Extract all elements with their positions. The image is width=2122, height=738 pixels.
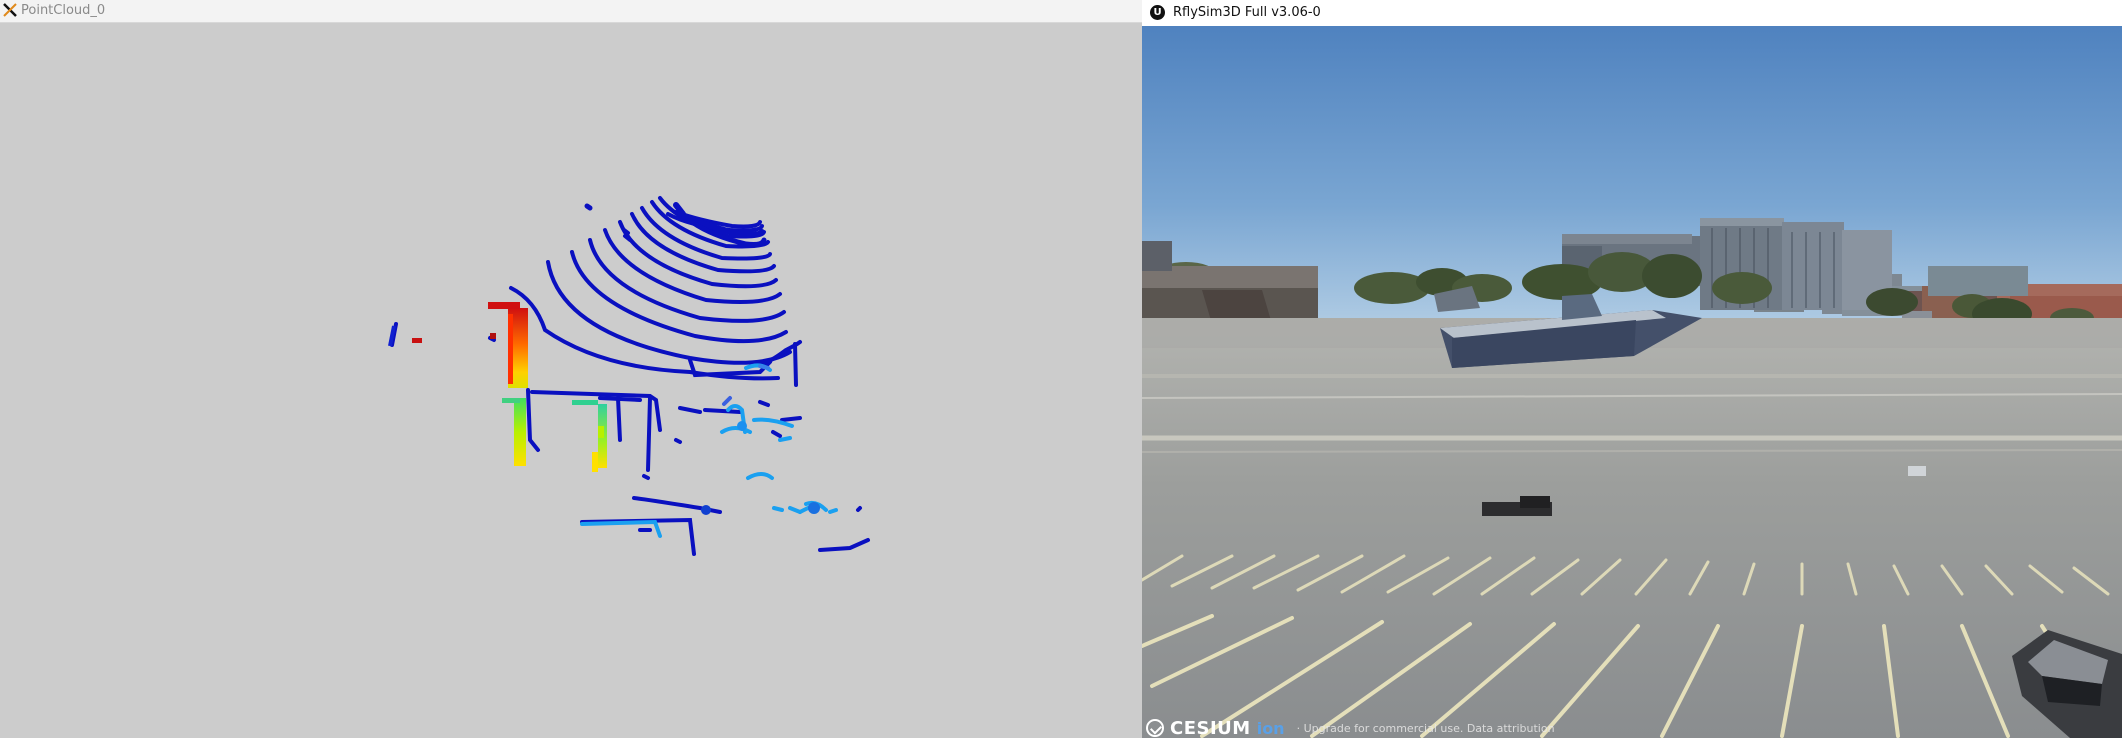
lidar-blob	[701, 505, 711, 515]
cesium-ion-label: ion	[1256, 718, 1285, 738]
lidar-scan-arcs	[546, 196, 792, 365]
parking-lot	[1142, 318, 2122, 738]
pointcloud-canvas[interactable]	[0, 23, 1142, 738]
rflysim-window[interactable]: U RflySim3D Full v3.06-0 CESIUM ion · Up…	[1142, 0, 2122, 738]
lidar-wall-hot	[488, 302, 528, 388]
lidar-structure-lines	[390, 203, 870, 556]
lidar-blob	[737, 421, 747, 431]
lidar-outliers	[388, 325, 496, 347]
unreal-engine-icon: U	[1150, 5, 1165, 20]
pointcloud-window-title: PointCloud_0	[21, 3, 106, 18]
pointcloud-window[interactable]: PointCloud_0	[0, 0, 1142, 738]
rflysim-window-title: RflySim3D Full v3.06-0	[1173, 5, 1321, 20]
cesium-logo-icon	[1146, 719, 1164, 737]
simulation-scene	[1142, 26, 2122, 738]
pointcloud-titlebar[interactable]: PointCloud_0	[0, 0, 1142, 23]
distant-car	[1908, 466, 1926, 476]
cesium-credit[interactable]: CESIUM ion · Upgrade for commercial use.…	[1146, 718, 1555, 738]
rflysim-titlebar[interactable]: U RflySim3D Full v3.06-0	[1142, 0, 2122, 26]
lidar-blob	[808, 502, 820, 514]
cesium-attribution-link[interactable]: · Upgrade for commercial use. Data attri…	[1297, 722, 1555, 735]
simulation-viewport[interactable]: CESIUM ion · Upgrade for commercial use.…	[1142, 26, 2122, 738]
cesium-brand: CESIUM	[1170, 717, 1251, 738]
lidar-wall-warm	[502, 398, 607, 472]
x-window-icon	[3, 3, 17, 17]
